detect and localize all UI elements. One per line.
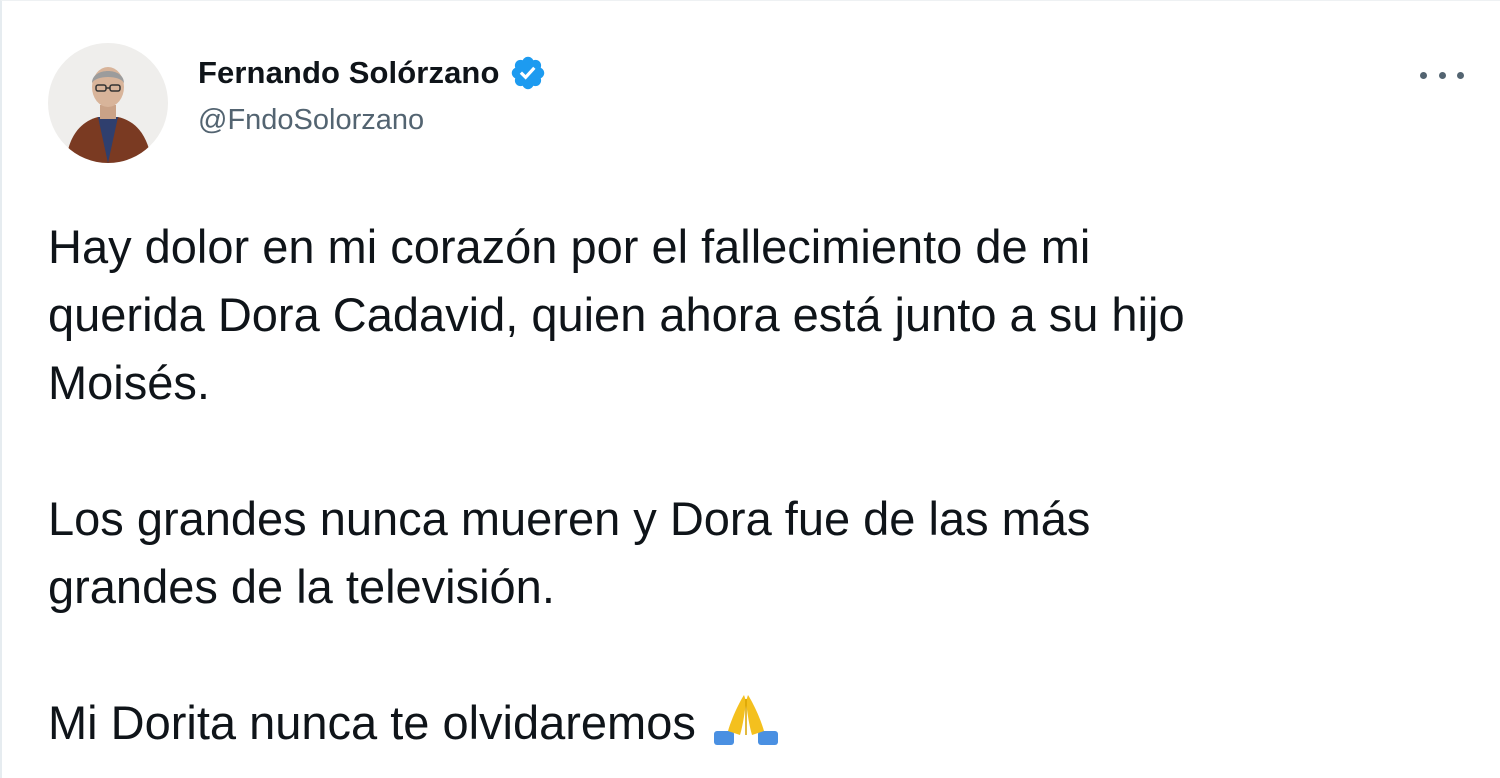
avatar[interactable] bbox=[48, 43, 168, 163]
more-dot bbox=[1438, 71, 1446, 79]
name-row: Fernando Solórzano bbox=[198, 51, 547, 95]
folded-hands-icon bbox=[710, 691, 782, 747]
tweet-line: querida Dora Cadavid, quien ahora está j… bbox=[48, 288, 1185, 341]
display-name[interactable]: Fernando Solórzano bbox=[198, 55, 499, 91]
more-dot bbox=[1457, 71, 1464, 79]
tweet-text: Hay dolor en mi corazón por el fallecimi… bbox=[48, 213, 1468, 757]
author-names: Fernando Solórzano @FndoSolorzano bbox=[198, 51, 547, 137]
tweet-line: Hay dolor en mi corazón por el fallecimi… bbox=[48, 220, 1091, 273]
tweet-line: Mi Dorita nunca te olvidaremos bbox=[48, 696, 696, 749]
tweet-line: Los grandes nunca mueren y Dora fue de l… bbox=[48, 492, 1091, 545]
more-horizontal-icon[interactable] bbox=[1420, 57, 1464, 93]
tweet-line: grandes de la televisión. bbox=[48, 560, 555, 613]
tweet-last-line: Mi Dorita nunca te olvidaremos bbox=[48, 689, 1468, 757]
avatar-image bbox=[48, 43, 168, 163]
user-handle[interactable]: @FndoSolorzano bbox=[198, 104, 547, 137]
more-dot bbox=[1420, 71, 1427, 79]
tweet-card: Fernando Solórzano @FndoSolorzano Hay do… bbox=[0, 0, 1500, 778]
verified-badge-icon bbox=[509, 54, 547, 92]
tweet-line: Moisés. bbox=[48, 356, 210, 409]
